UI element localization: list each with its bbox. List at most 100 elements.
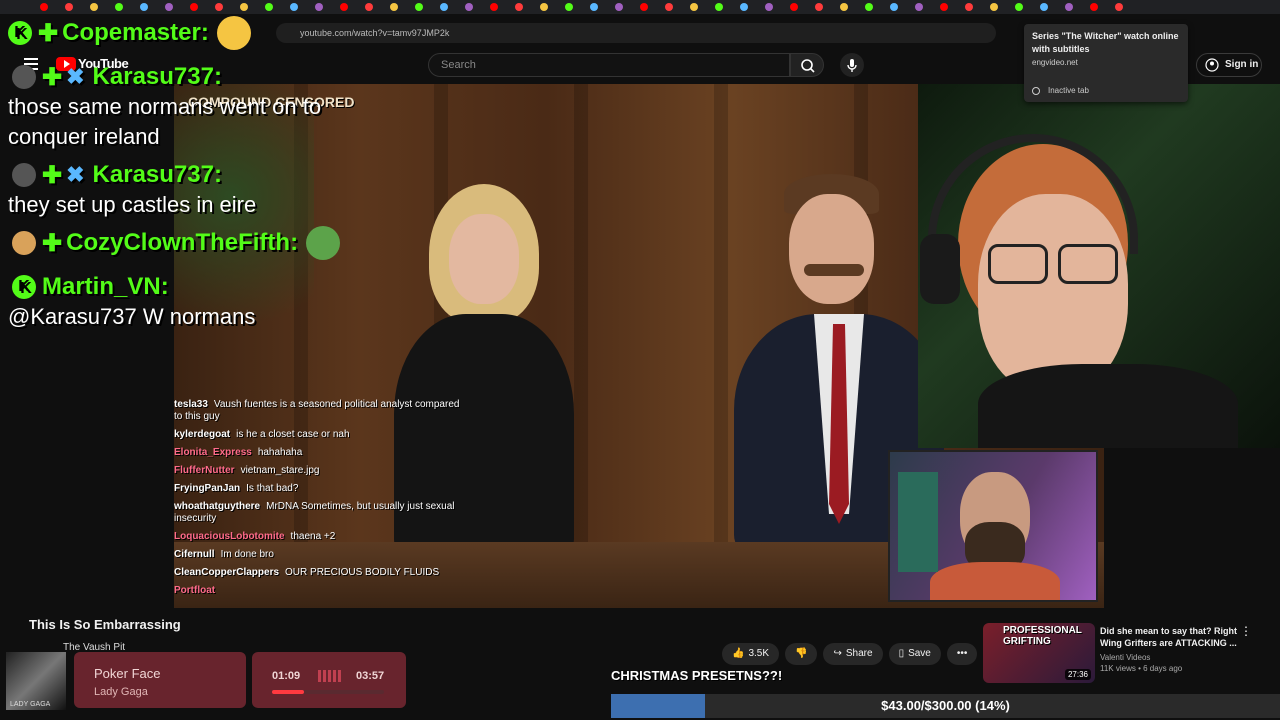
browser-tab-favicon[interactable] xyxy=(215,3,223,11)
browser-tab-favicon[interactable] xyxy=(140,3,148,11)
browser-tab-favicon[interactable] xyxy=(690,3,698,11)
stream-chat-text: Is that bad? xyxy=(246,483,299,494)
goal-label: CHRISTMAS PRESETNS??! xyxy=(611,668,783,683)
recommended-video-thumbnail[interactable]: PROFESSIONAL GRIFTING 27:36 xyxy=(983,623,1095,683)
browser-tab-favicon[interactable] xyxy=(915,3,923,11)
browser-tab-favicon[interactable] xyxy=(615,3,623,11)
stream-chat: tesla33 Vaush fuentes is a seasoned polit… xyxy=(174,396,464,600)
browser-tab-favicon[interactable] xyxy=(790,3,798,11)
sign-in-button[interactable]: Sign in xyxy=(1196,53,1262,77)
song-elapsed: 01:09 xyxy=(272,670,301,682)
cross-badge-icon: ✚ xyxy=(42,229,63,257)
save-button[interactable]: ▯ Save xyxy=(888,643,941,665)
browser-tab-favicon[interactable] xyxy=(540,3,548,11)
address-bar[interactable]: youtube.com/watch?v=tamv97JMP2k xyxy=(276,23,996,43)
streamer-webcam xyxy=(918,84,1280,448)
browser-tab-favicon[interactable] xyxy=(90,3,98,11)
stream-chat-username: Cifernull xyxy=(174,549,215,560)
browser-tab-favicon[interactable] xyxy=(565,3,573,11)
stream-chat-username: tesla33 xyxy=(174,399,208,410)
chat-username-row: ✚ CozyClownTheFifth: xyxy=(12,226,378,260)
browser-tab-favicon[interactable] xyxy=(1065,3,1073,11)
browser-tab-favicon[interactable] xyxy=(165,3,173,11)
browser-tab-favicon[interactable] xyxy=(840,3,848,11)
browser-tab-favicon[interactable] xyxy=(390,3,398,11)
browser-tab-favicon[interactable] xyxy=(765,3,773,11)
recommended-video-info[interactable]: Did she mean to say that? Right Wing Gri… xyxy=(1100,625,1240,673)
browser-tab-favicon[interactable] xyxy=(65,3,73,11)
equalizer-icon xyxy=(318,670,342,682)
stream-chat-username: FlufferNutter xyxy=(174,465,235,476)
chat-username: Copemaster: xyxy=(62,19,209,46)
stream-chat-line: LoquaciousLobotomite thaena +2 xyxy=(174,528,464,546)
browser-tab-favicon[interactable] xyxy=(940,3,948,11)
recommended-title: Did she mean to say that? Right Wing Gri… xyxy=(1100,626,1238,648)
stream-chat-line: Elonita_Express hahahaha xyxy=(174,444,464,462)
sword-badge-icon: ✖ xyxy=(66,64,85,89)
song-info-card: Poker Face Lady Gaga xyxy=(74,652,246,708)
stream-chat-text: Vaush fuentes is a seasoned political an… xyxy=(174,399,460,422)
browser-tab-favicon[interactable] xyxy=(415,3,423,11)
more-icon: ••• xyxy=(956,648,968,659)
browser-tab-favicon[interactable] xyxy=(1090,3,1098,11)
video-duration: 27:36 xyxy=(1064,669,1091,680)
chat-username-row: K Martin_VN: xyxy=(12,272,378,302)
browser-tab-favicon[interactable] xyxy=(290,3,298,11)
browser-tab-favicon[interactable] xyxy=(990,3,998,11)
browser-tab-favicon[interactable] xyxy=(640,3,648,11)
now-playing-widget: LADY GAGA Poker Face Lady Gaga 01:09 03:… xyxy=(6,650,406,712)
browser-tab-favicon[interactable] xyxy=(715,3,723,11)
browser-tab-favicon[interactable] xyxy=(340,3,348,11)
cross-badge-icon: ✚ xyxy=(38,19,59,47)
more-actions-button[interactable]: ••• xyxy=(946,643,978,665)
browser-tab-favicon[interactable] xyxy=(190,3,198,11)
browser-tab-favicon[interactable] xyxy=(240,3,248,11)
donation-goal-bar: $43.00/$300.00 (14%) xyxy=(611,694,1280,718)
share-button[interactable]: ↪ Share xyxy=(823,643,883,665)
browser-tab-favicon[interactable] xyxy=(490,3,498,11)
browser-tab-favicon[interactable] xyxy=(865,3,873,11)
browser-tab-favicon[interactable] xyxy=(265,3,273,11)
stream-chat-line: Cifernull Im done bro xyxy=(174,546,464,564)
recommended-channel: Valenti Videos xyxy=(1100,653,1151,662)
browser-tab-strip[interactable] xyxy=(0,0,1280,14)
search-input[interactable]: Search xyxy=(428,53,790,77)
stream-chat-line: CleanCopperClappers OUR PRECIOUS BODILY F… xyxy=(174,564,464,582)
stream-chat-text: vietnam_stare.jpg xyxy=(240,465,320,476)
cross-badge-icon: ✚ xyxy=(42,63,63,91)
like-count: 3.5K xyxy=(748,648,770,659)
like-button[interactable]: 👍 3.5K xyxy=(722,643,780,665)
browser-tab-favicon[interactable] xyxy=(440,3,448,11)
browser-tab-favicon[interactable] xyxy=(465,3,473,11)
browser-tab-favicon[interactable] xyxy=(365,3,373,11)
browser-tab-favicon[interactable] xyxy=(40,3,48,11)
stream-chat-username: whoathatguythere xyxy=(174,501,261,512)
voice-search-button[interactable] xyxy=(840,53,864,77)
tab-hover-tooltip: Series "The Witcher" watch online with s… xyxy=(1024,24,1188,102)
album-art-text: LADY GAGA xyxy=(10,701,51,708)
browser-tab-favicon[interactable] xyxy=(315,3,323,11)
user-avatar xyxy=(12,65,36,89)
browser-tab-favicon[interactable] xyxy=(590,3,598,11)
search-button[interactable] xyxy=(790,53,824,77)
recommendation-menu-icon[interactable]: ⋮ xyxy=(1240,624,1252,638)
browser-tab-favicon[interactable] xyxy=(815,3,823,11)
second-streamer-webcam xyxy=(888,450,1098,602)
browser-tab-favicon[interactable] xyxy=(965,3,973,11)
browser-tab-favicon[interactable] xyxy=(890,3,898,11)
browser-tab-favicon[interactable] xyxy=(1040,3,1048,11)
browser-tab-favicon[interactable] xyxy=(115,3,123,11)
song-total: 03:57 xyxy=(356,670,385,682)
thumbnail-text: PROFESSIONAL GRIFTING xyxy=(1003,625,1082,647)
browser-tab-favicon[interactable] xyxy=(515,3,523,11)
stream-chat-username: LoquaciousLobotomite xyxy=(174,531,285,542)
search-placeholder: Search xyxy=(441,59,476,71)
chat-username: Karasu737: xyxy=(92,63,222,90)
stream-chat-text: is he a closet case or nah xyxy=(236,429,350,440)
browser-tab-favicon[interactable] xyxy=(665,3,673,11)
dislike-button[interactable]: 👎 xyxy=(785,643,818,665)
search-icon xyxy=(801,59,815,73)
browser-tab-favicon[interactable] xyxy=(1115,3,1123,11)
browser-tab-favicon[interactable] xyxy=(1015,3,1023,11)
browser-tab-favicon[interactable] xyxy=(740,3,748,11)
